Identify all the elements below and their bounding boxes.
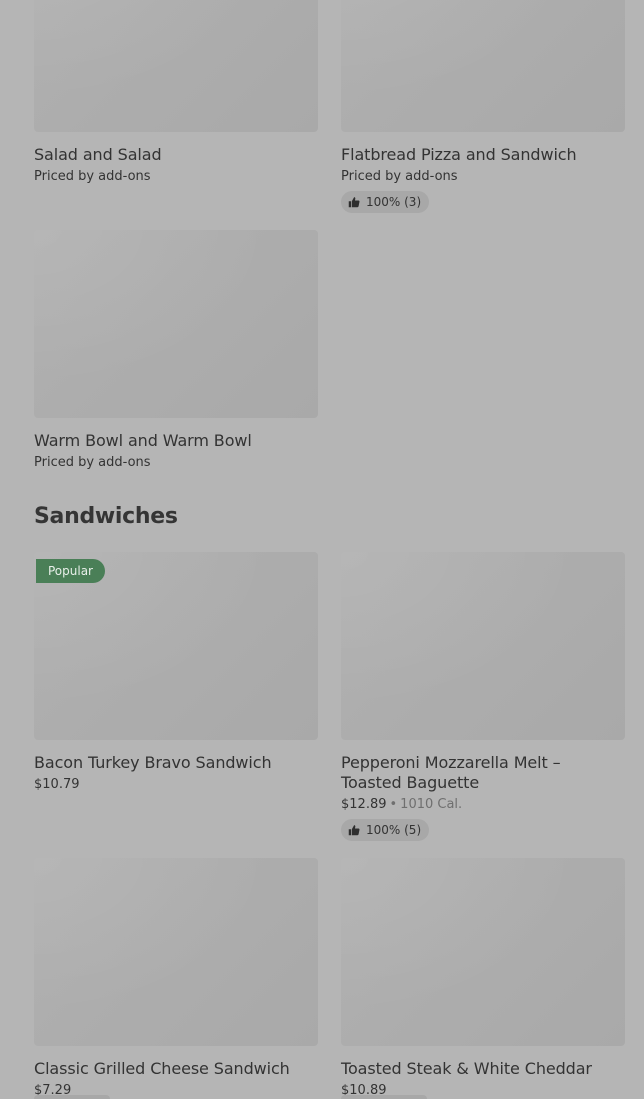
menu-item-title[interactable]: Pepperoni Mozzarella Melt – Toasted Bagu…: [341, 753, 625, 793]
menu-item-calories: 1010 Cal.: [400, 797, 463, 812]
menu-item-title[interactable]: Toasted Steak & White Cheddar: [341, 1059, 625, 1079]
menu-item-price: $10.79: [34, 777, 80, 792]
rating-chip: 100% (5): [341, 819, 430, 841]
menu-item-image[interactable]: [34, 0, 318, 132]
menu-item-meta: $12.89 • 1010 Cal.: [341, 797, 625, 813]
menu-page: Salad and Salad Priced by add-ons Flatbr…: [0, 0, 644, 1099]
menu-item-title[interactable]: Bacon Turkey Bravo Sandwich: [34, 753, 318, 773]
menu-item-image[interactable]: [34, 230, 318, 418]
menu-item-card[interactable]: Pepperoni Mozzarella Melt – Toasted Bagu…: [341, 552, 625, 841]
menu-item-price: Priced by add-ons: [34, 455, 151, 470]
menu-item-price: Priced by add-ons: [341, 169, 458, 184]
menu-item-image[interactable]: [34, 858, 318, 1046]
menu-item-title[interactable]: Flatbread Pizza and Sandwich: [341, 145, 625, 165]
menu-item-price: Priced by add-ons: [34, 169, 151, 184]
menu-item-card[interactable]: Popular Bacon Turkey Bravo Sandwich $10.…: [34, 552, 318, 793]
menu-item-title[interactable]: Classic Grilled Cheese Sandwich: [34, 1059, 318, 1079]
menu-item-image[interactable]: [341, 0, 625, 132]
section-heading-sandwiches: Sandwiches: [34, 504, 178, 529]
menu-item-title[interactable]: Warm Bowl and Warm Bowl: [34, 431, 318, 451]
rating-text: 100% (3): [366, 195, 422, 209]
menu-item-title[interactable]: Salad and Salad: [34, 145, 318, 165]
menu-item-image[interactable]: [341, 858, 625, 1046]
rating-chip: 100% (3): [341, 191, 430, 213]
popular-badge: Popular: [36, 559, 105, 583]
menu-item-card[interactable]: Salad and Salad Priced by add-ons: [34, 0, 318, 185]
menu-item-image[interactable]: [341, 552, 625, 740]
menu-item-price: $12.89: [341, 797, 387, 812]
menu-item-card[interactable]: Classic Grilled Cheese Sandwich $7.29: [34, 858, 318, 1099]
menu-item-card[interactable]: Warm Bowl and Warm Bowl Priced by add-on…: [34, 230, 318, 471]
rating-chip-partial: [341, 1095, 427, 1099]
meta-separator: •: [389, 797, 398, 812]
rating-chip-partial: [34, 1095, 110, 1099]
thumbs-up-icon: [348, 825, 360, 836]
thumbs-up-icon: [348, 197, 360, 208]
menu-item-card[interactable]: Toasted Steak & White Cheddar $10.89: [341, 858, 625, 1099]
menu-item-card[interactable]: Flatbread Pizza and Sandwich Priced by a…: [341, 0, 625, 213]
rating-text: 100% (5): [366, 823, 422, 837]
